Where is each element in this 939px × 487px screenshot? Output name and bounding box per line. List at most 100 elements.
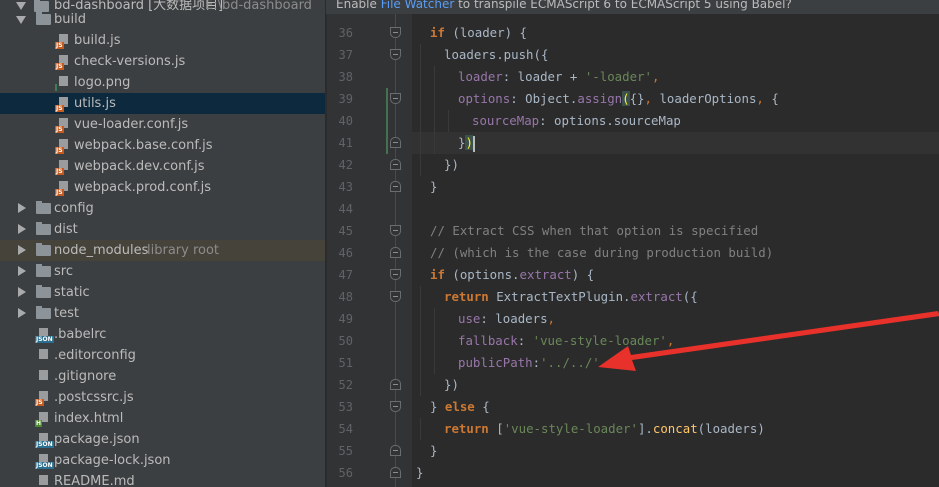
code-token: : (517, 333, 533, 348)
fold-end-icon[interactable] (390, 379, 401, 390)
code-token: ExtractTextPlugin. (488, 289, 631, 304)
chevron-right-icon[interactable] (18, 203, 26, 213)
file-watcher-link[interactable]: File Watcher (381, 0, 455, 11)
code-line[interactable]: options: Object.assign({}, loaderOptions… (458, 88, 779, 110)
js-file-icon: JS (55, 54, 71, 70)
fold-collapse-icon[interactable] (390, 401, 401, 412)
code-line[interactable]: loaders.push({ (444, 44, 548, 66)
folder-icon (36, 12, 51, 25)
tree-item-label: static (54, 285, 90, 300)
fold-end-icon[interactable] (390, 159, 401, 170)
tree-item-label: webpack.prod.conf.js (74, 180, 212, 195)
text-file-icon (35, 474, 51, 487)
code-line[interactable]: loader: loader + '-loader', (458, 66, 659, 88)
json-file-icon: JSON (35, 432, 54, 448)
tree-item[interactable]: .editorconfig (0, 345, 325, 366)
tree-item[interactable]: JS webpack.prod.conf.js (0, 177, 325, 198)
code-line[interactable]: // (which is the case during production … (430, 242, 773, 264)
indent-guide (420, 418, 421, 440)
tree-item-label: vue-loader.conf.js (74, 117, 189, 132)
code-token: [ (488, 421, 504, 436)
code-line[interactable]: fallback: 'vue-style-loader', (458, 330, 674, 352)
tree-item[interactable]: .gitignore (0, 366, 325, 387)
tree-item[interactable]: src (0, 261, 325, 282)
fold-end-icon[interactable] (390, 181, 401, 192)
fold-end-icon[interactable] (390, 445, 401, 456)
tree-item[interactable]: Hindex.html (0, 408, 325, 429)
code-token: , (547, 311, 555, 326)
tree-item[interactable]: node_modules library root (0, 240, 325, 261)
tree-item[interactable]: logo.png (0, 72, 325, 93)
indent-guide (420, 110, 421, 132)
image-file-icon (55, 75, 71, 91)
tree-item[interactable]: JS webpack.base.conf.js (0, 135, 325, 156)
code-line[interactable]: }) (444, 374, 459, 396)
fold-end-icon[interactable] (390, 137, 401, 148)
tree-item[interactable]: JS check-versions.js (0, 51, 325, 72)
tree-item[interactable]: JSON package-lock.json (0, 450, 325, 471)
code-token: if (430, 25, 445, 40)
code-line[interactable]: if (options.extract) { (430, 264, 594, 286)
chevron-right-icon[interactable] (18, 245, 26, 255)
code-line[interactable]: if (loader) { (430, 22, 527, 44)
fold-collapse-icon[interactable] (390, 269, 401, 280)
fold-collapse-icon[interactable] (390, 49, 401, 60)
fold-collapse-icon[interactable] (390, 27, 401, 38)
code-line[interactable]: }) (444, 154, 459, 176)
code-line[interactable]: } (430, 176, 437, 198)
fold-end-icon[interactable] (390, 467, 401, 478)
tree-item-label: utils.js (74, 96, 116, 111)
code-token: } (430, 399, 445, 414)
text-caret (472, 135, 475, 152)
tree-item-label: build (54, 12, 86, 27)
line-number: 55 (338, 444, 353, 458)
code-line[interactable]: // Extract CSS when that option is speci… (430, 220, 758, 242)
tree-item[interactable]: build (0, 9, 325, 30)
fold-end-icon[interactable] (390, 247, 401, 258)
folder-icon (36, 264, 51, 277)
code-line[interactable]: publicPath:'../../' (458, 352, 600, 374)
code-token: }) (444, 157, 459, 172)
fold-collapse-icon[interactable] (390, 291, 401, 302)
code-token: use (458, 311, 481, 326)
line-number: 53 (338, 400, 353, 414)
code-token: extract (519, 267, 572, 282)
tree-item-label: package-lock.json (54, 453, 171, 468)
tree-item[interactable]: config (0, 198, 325, 219)
tree-item[interactable]: JS build.js (0, 30, 325, 51)
project-tree[interactable]: bd-dashboard [大数据项目] E:\bd-dashboard bui… (0, 0, 326, 487)
tree-item-label: config (54, 201, 94, 216)
fold-collapse-icon[interactable] (390, 225, 401, 236)
tree-item[interactable]: JS utils.js (0, 93, 325, 114)
tree-item[interactable]: JSON .babelrc (0, 324, 325, 345)
tree-item-label: webpack.dev.conf.js (74, 159, 205, 174)
chevron-right-icon[interactable] (18, 224, 26, 234)
tree-item[interactable]: JS .postcssrc.js (0, 387, 325, 408)
code-token: loaderOptions (659, 91, 757, 106)
tree-item[interactable]: JSON package.json (0, 429, 325, 450)
tree-item[interactable]: static (0, 282, 325, 303)
fold-collapse-icon[interactable] (390, 93, 401, 104)
tree-item[interactable]: JS vue-loader.conf.js (0, 114, 325, 135)
code-line[interactable]: } (430, 440, 437, 462)
tree-item[interactable]: dist (0, 219, 325, 240)
tree-item[interactable]: README.md (0, 471, 325, 487)
code-line[interactable]: sourceMap: options.sourceMap (472, 110, 681, 132)
chevron-right-icon[interactable] (18, 266, 26, 276)
chevron-down-icon[interactable] (16, 16, 26, 24)
code-line[interactable]: return ['vue-style-loader'].concat(loade… (444, 418, 765, 440)
code-line[interactable]: }) (458, 132, 475, 154)
tree-item[interactable]: test (0, 303, 325, 324)
chevron-right-icon[interactable] (18, 308, 26, 318)
code-line[interactable]: use: loaders, (458, 308, 555, 330)
code-line[interactable]: } else { (430, 396, 490, 418)
code-token: extract (630, 289, 683, 304)
code-line[interactable]: } (416, 462, 423, 484)
tree-item[interactable]: JS webpack.dev.conf.js (0, 156, 325, 177)
tree-item-label: .babelrc (54, 327, 107, 342)
vcs-change-marker[interactable] (386, 88, 388, 154)
text-file-icon (35, 348, 51, 364)
chevron-right-icon[interactable] (18, 287, 26, 297)
code-token: assign (577, 91, 623, 106)
code-line[interactable]: return ExtractTextPlugin.extract({ (444, 286, 698, 308)
